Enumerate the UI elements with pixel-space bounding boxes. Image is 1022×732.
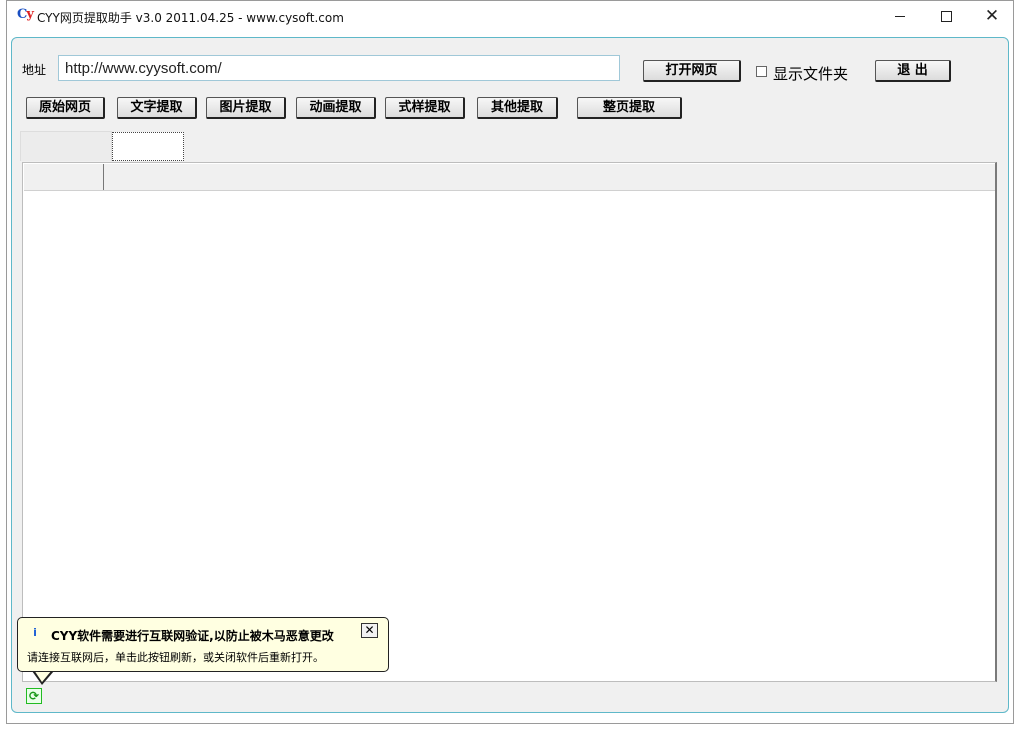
close-icon: ✕ xyxy=(984,6,1000,26)
minimize-button[interactable] xyxy=(877,1,923,31)
maximize-icon xyxy=(940,11,952,22)
refresh-icon[interactable]: ⟳ xyxy=(26,688,42,704)
exit-button[interactable]: 退 出 xyxy=(875,60,951,82)
close-button[interactable]: ✕ xyxy=(969,1,1015,31)
app-window: Cy CYY网页提取助手 v3.0 2011.04.25 - www.cysof… xyxy=(6,0,1014,724)
animation-extract-button[interactable]: 动画提取 xyxy=(296,97,376,119)
tab-first[interactable] xyxy=(20,131,112,161)
minimize-icon xyxy=(895,16,905,17)
maximize-button[interactable] xyxy=(923,1,969,31)
text-extract-button[interactable]: 文字提取 xyxy=(117,97,197,119)
info-icon: i xyxy=(33,626,37,639)
window-title: CYY网页提取助手 v3.0 2011.04.25 - www.cysoft.c… xyxy=(37,11,344,25)
close-icon: ✕ xyxy=(364,623,375,637)
style-extract-button[interactable]: 式样提取 xyxy=(385,97,465,119)
show-folder-label: 显示文件夹 xyxy=(773,65,849,83)
main-panel: 地址 打开网页 显示文件夹 退 出 原始网页 文字提取 图片提取 动画提取 式样… xyxy=(11,37,1009,713)
address-input[interactable] xyxy=(58,55,620,81)
content-panel xyxy=(22,162,997,682)
original-page-button[interactable]: 原始网页 xyxy=(26,97,105,119)
grid-header xyxy=(24,164,995,191)
notification-balloon[interactable]: i CYY软件需要进行互联网验证,以防止被木马恶意更改 请连接互联网后，单击此按… xyxy=(17,617,389,672)
tab-second[interactable] xyxy=(112,132,184,161)
balloon-close-button[interactable]: ✕ xyxy=(361,623,378,638)
show-folder-checkbox[interactable]: 显示文件夹 xyxy=(756,63,848,84)
balloon-title: CYY软件需要进行互联网验证,以防止被木马恶意更改 xyxy=(51,629,334,643)
app-logo-icon: Cy xyxy=(17,7,34,22)
grid-column-header[interactable] xyxy=(24,164,104,190)
other-extract-button[interactable]: 其他提取 xyxy=(477,97,558,119)
whole-page-extract-button[interactable]: 整页提取 xyxy=(577,97,682,119)
image-extract-button[interactable]: 图片提取 xyxy=(206,97,286,119)
open-page-button[interactable]: 打开网页 xyxy=(643,60,741,82)
balloon-message: 请连接互联网后，单击此按钮刷新，或关闭软件后重新打开。 xyxy=(27,651,324,664)
tab-strip xyxy=(20,131,200,161)
checkbox-box[interactable] xyxy=(756,66,767,77)
address-label: 地址 xyxy=(22,63,47,77)
title-bar: Cy CYY网页提取助手 v3.0 2011.04.25 - www.cysof… xyxy=(7,1,1013,31)
